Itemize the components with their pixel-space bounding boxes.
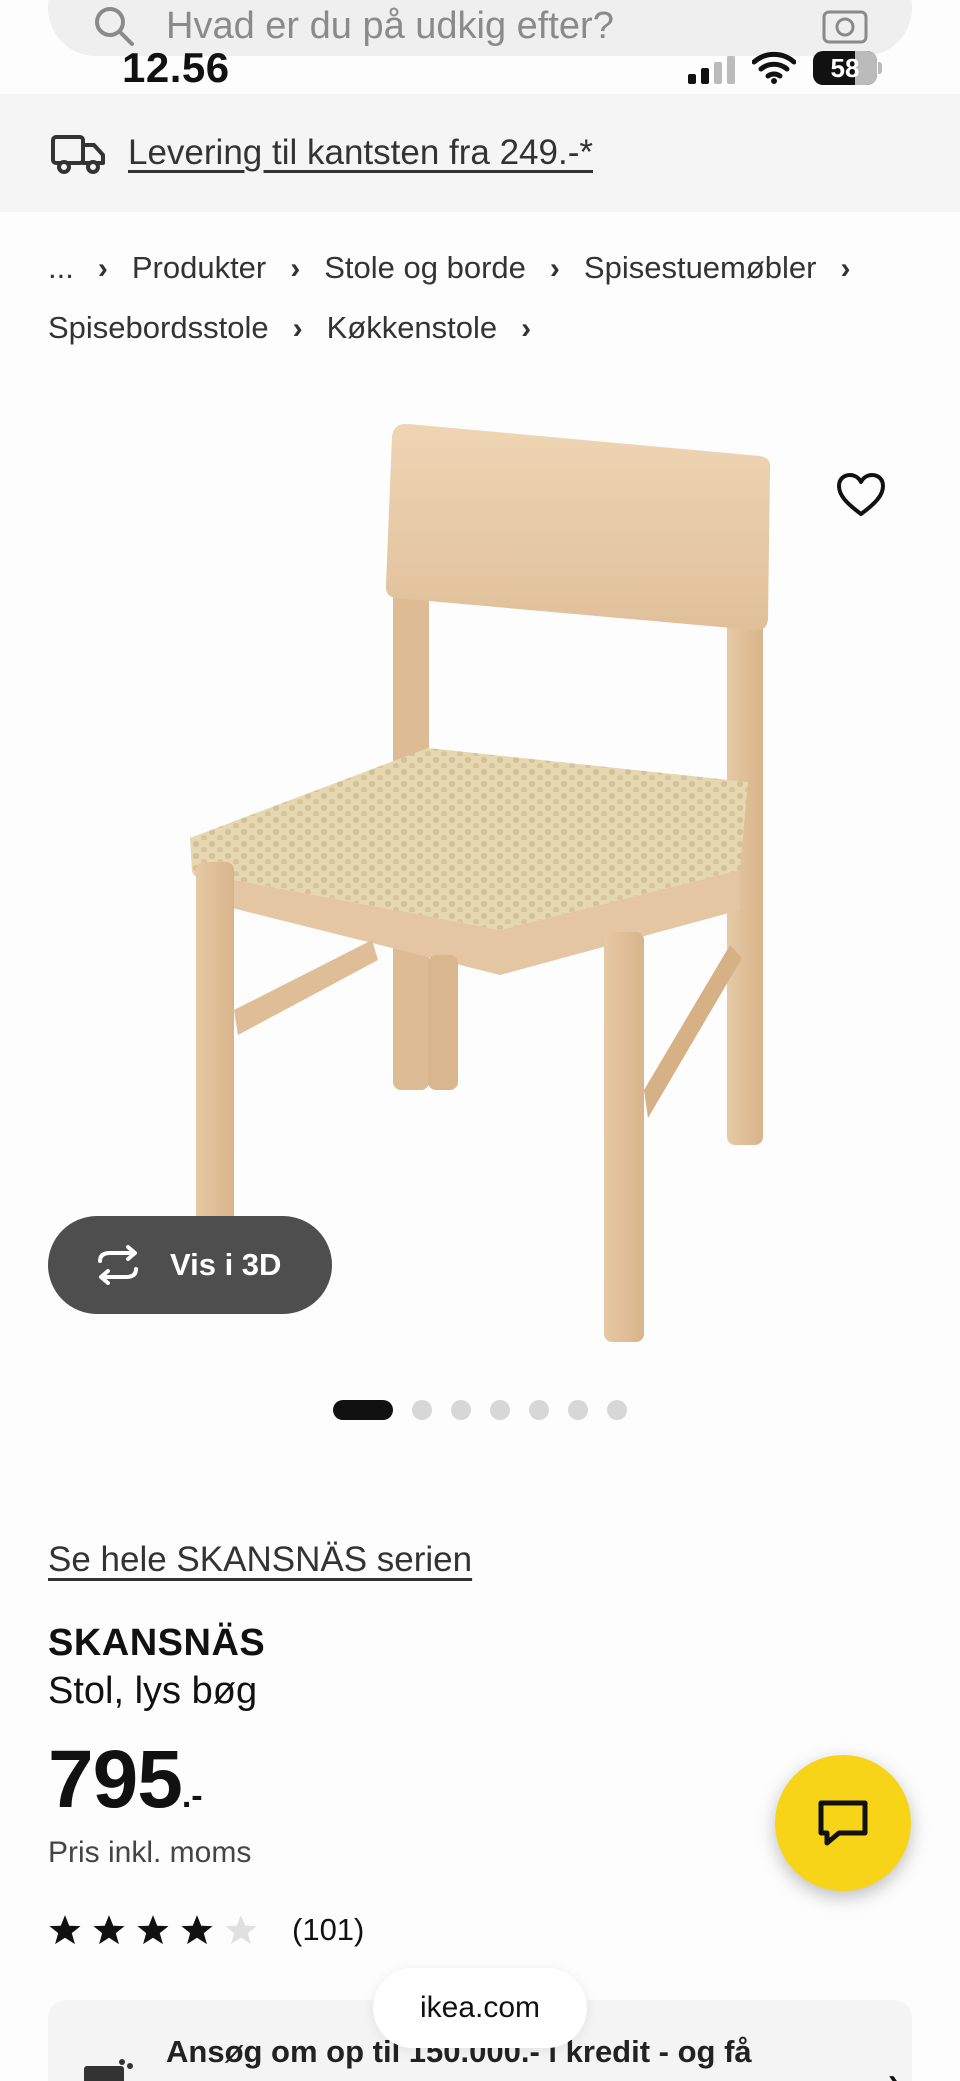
pagination-dot[interactable] bbox=[451, 1400, 471, 1420]
breadcrumb-item-kitchen-chairs[interactable]: Køkkenstole bbox=[327, 310, 498, 345]
star-filled-icon bbox=[137, 1915, 169, 1945]
chat-button[interactable] bbox=[775, 1755, 911, 1891]
battery-tip bbox=[878, 62, 882, 74]
pagination-dot[interactable] bbox=[490, 1400, 510, 1420]
wifi-icon bbox=[752, 51, 796, 84]
breadcrumb-separator-icon: › bbox=[97, 252, 108, 285]
battery-level: 58 bbox=[830, 52, 860, 83]
heart-icon[interactable] bbox=[836, 472, 886, 518]
breadcrumb-item-dining-furniture[interactable]: Spisestuemøbler bbox=[584, 250, 817, 285]
pagination-dot[interactable] bbox=[568, 1400, 588, 1420]
breadcrumb-separator-icon: › bbox=[292, 312, 303, 345]
pagination-dot[interactable] bbox=[412, 1400, 432, 1420]
chevron-right-icon: › bbox=[888, 2062, 900, 2081]
vat-note: Pris inkl. moms bbox=[48, 1836, 252, 1869]
product-rating[interactable]: (101) bbox=[48, 1912, 364, 1948]
star-filled-icon bbox=[49, 1915, 81, 1945]
star-filled-icon bbox=[181, 1915, 213, 1945]
product-description: Stol, lys bøg bbox=[48, 1670, 258, 1712]
breadcrumb-separator-icon: › bbox=[521, 312, 532, 345]
rotate-3d-icon bbox=[98, 1245, 138, 1285]
breadcrumb-separator-icon: › bbox=[290, 252, 301, 285]
status-time: 12.56 bbox=[122, 44, 230, 91]
breadcrumb-separator-icon: › bbox=[840, 252, 851, 285]
review-count: (101) bbox=[292, 1912, 365, 1947]
pagination-dot[interactable] bbox=[529, 1400, 549, 1420]
status-bar: 12.56 58 bbox=[0, 40, 960, 94]
star-filled-icon bbox=[93, 1915, 125, 1945]
product-name: SKANSNÄS bbox=[48, 1622, 266, 1664]
price-decimal: .- bbox=[181, 1777, 203, 1815]
breadcrumb-separator-icon: › bbox=[549, 252, 560, 285]
battery-indicator: 58 bbox=[813, 51, 877, 85]
browser-url-pill[interactable]: ikea.com bbox=[373, 1968, 587, 2048]
view-3d-label: Vis i 3D bbox=[170, 1247, 282, 1282]
browser-url: ikea.com bbox=[419, 1991, 541, 2024]
breadcrumb-item-dining-chairs[interactable]: Spisebordsstole bbox=[48, 310, 269, 345]
gallery-pagination bbox=[333, 1400, 646, 1420]
truck-icon bbox=[51, 135, 105, 174]
product-price: 795 .- bbox=[48, 1733, 203, 1827]
pagination-dot[interactable] bbox=[607, 1400, 627, 1420]
delivery-link[interactable]: Levering til kantsten fra 249.-* bbox=[128, 133, 593, 173]
cellular-signal-icon bbox=[688, 56, 735, 84]
star-empty-icon bbox=[225, 1915, 257, 1945]
breadcrumb-item-products[interactable]: Produkter bbox=[132, 250, 266, 285]
series-link[interactable]: Se hele SKANSNÄS serien bbox=[48, 1540, 472, 1580]
delivery-banner[interactable]: Levering til kantsten fra 249.-* bbox=[0, 94, 960, 212]
price-integer: 795 bbox=[48, 1734, 183, 1825]
camera-icon[interactable] bbox=[822, 6, 868, 44]
pagination-dot-active[interactable] bbox=[333, 1400, 393, 1420]
breadcrumb: ... › Produkter › Stole og borde › Spisestuemø… bbox=[48, 238, 908, 358]
view-3d-button[interactable]: Vis i 3D bbox=[48, 1216, 332, 1314]
breadcrumb-item-chairs-tables[interactable]: Stole og borde bbox=[324, 250, 526, 285]
chat-icon bbox=[818, 1800, 868, 1846]
credit-icon bbox=[84, 2059, 133, 2081]
breadcrumb-item-ellipsis[interactable]: ... bbox=[48, 250, 74, 285]
